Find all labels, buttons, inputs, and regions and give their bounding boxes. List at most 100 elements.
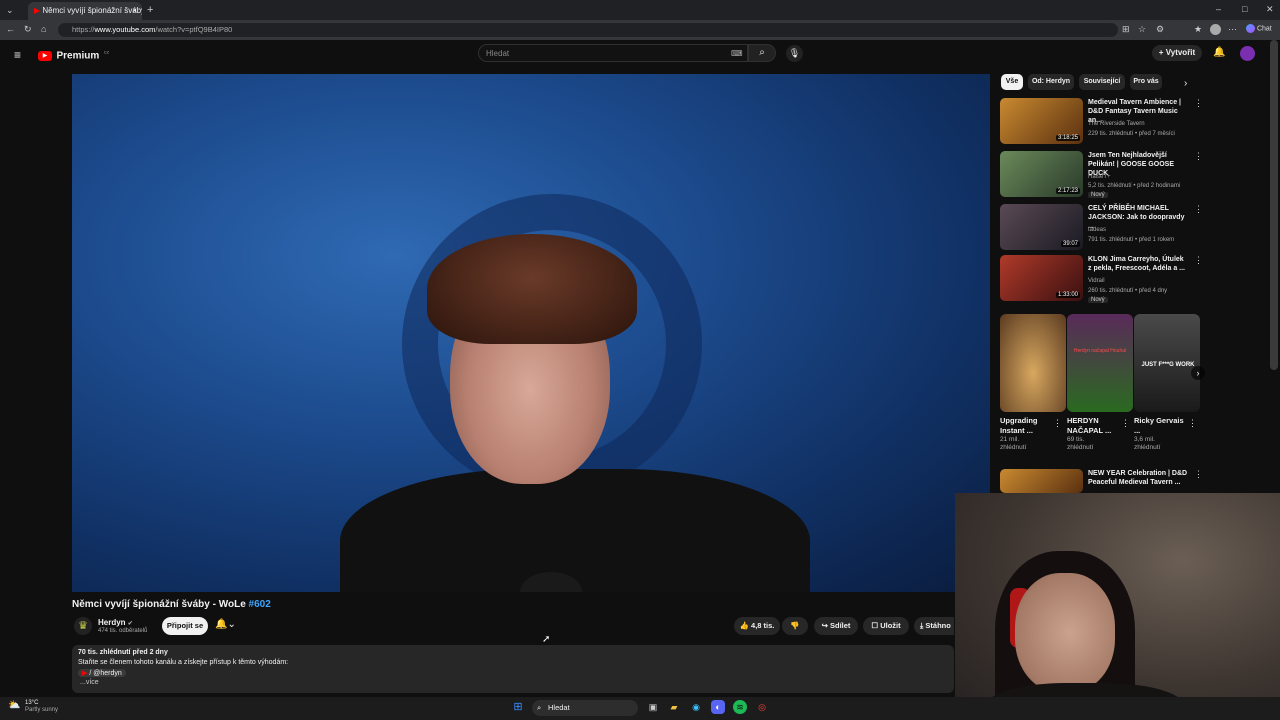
more-options-icon[interactable]: ⋮	[1194, 255, 1203, 266]
favorite-icon[interactable]: ☆	[1138, 25, 1146, 34]
discord-icon[interactable]: ◐	[711, 700, 725, 714]
youtube-play-icon: ▶	[38, 50, 52, 61]
subscription-bell-icon[interactable]: 🔔⌄	[215, 619, 236, 630]
video-title: Němci vyvíjí špionážní šváby - WoLe #602	[72, 599, 271, 610]
more-options-icon[interactable]: ⋮	[1194, 204, 1203, 215]
recommendation-item[interactable]: 39:07 CELÝ PŘÍBĚH MICHAEL JACKSON: Jak t…	[1000, 204, 1210, 254]
more-options-icon[interactable]: ⋮	[1194, 98, 1203, 109]
subscriber-count: 474 tis. odběratelů	[98, 628, 148, 634]
channel-avatar[interactable]: ♛	[74, 617, 92, 635]
url-field[interactable]: https://www.youtube.com/watch?v=ptfQ9B4I…	[58, 23, 1118, 37]
chat-button[interactable]: Chat	[1246, 24, 1272, 33]
extensions-icon[interactable]: ⚙	[1156, 25, 1164, 34]
recommendation-channel: HaiseT+	[1088, 174, 1111, 180]
short-info[interactable]: Upgrading Instant ... 21 mil. zhlédnutí	[1000, 416, 1056, 452]
chevron-right-icon[interactable]: ›	[1184, 78, 1187, 89]
collections-icon[interactable]: ★	[1194, 25, 1202, 34]
maximize-icon[interactable]: □	[1242, 5, 1247, 14]
download-button[interactable]: ⤓ Stáhno	[914, 617, 954, 635]
short-thumbnail[interactable]	[1000, 314, 1066, 412]
recommendation-item[interactable]: 1:33:00 KLON Jima Carreyho, Útulek z pek…	[1000, 255, 1210, 305]
search-button[interactable]: ⌕	[748, 44, 776, 62]
join-button[interactable]: Připojit se	[162, 617, 208, 635]
save-icon: ☐	[871, 621, 879, 630]
chip-from-channel[interactable]: Od: Herdyn	[1028, 74, 1074, 90]
logo-country: CZ	[103, 49, 110, 55]
short-overlay-text: Herdyn načapal Houhal	[1073, 348, 1127, 354]
spotify-icon[interactable]: ≋	[733, 700, 747, 714]
short-info[interactable]: Ricky Gervais ... 3,6 mil. zhlédnutí	[1134, 416, 1190, 452]
edge-browser-icon[interactable]: ◉	[689, 700, 703, 714]
page-scrollbar[interactable]	[1270, 40, 1278, 370]
back-icon[interactable]: ←	[6, 25, 15, 34]
task-view-icon[interactable]: ▣	[646, 700, 660, 714]
share-icon: ↪	[821, 621, 828, 630]
video-title-text: Němci vyvíjí špionážní šváby - WoLe	[72, 599, 246, 610]
close-window-icon[interactable]: ✕	[1266, 5, 1274, 14]
taskbar-search[interactable]: ⌕ Hledat	[532, 700, 638, 716]
shorts-next-arrow-icon[interactable]: ›	[1191, 366, 1205, 380]
start-icon[interactable]: ⊞	[511, 700, 525, 714]
minimize-icon[interactable]: –	[1216, 5, 1221, 14]
close-tab-icon[interactable]: ×	[132, 2, 137, 20]
weather-icon[interactable]: ⛅	[8, 700, 20, 711]
search-input[interactable]: Hledat	[478, 44, 748, 62]
like-button[interactable]: 👍 4,8 tis.	[734, 617, 780, 635]
weather-widget[interactable]: 13°C Partly sunny	[25, 700, 58, 714]
profile-avatar[interactable]	[1210, 24, 1221, 35]
more-options-icon[interactable]: ⋮	[1188, 418, 1197, 429]
menu-icon[interactable]: ≡	[14, 48, 21, 62]
reload-icon[interactable]: ↻	[24, 25, 32, 34]
microphone-icon: 🎙	[788, 48, 801, 58]
short-info[interactable]: HERDYN NAČAPAL ... 69 tis. zhlédnutí	[1067, 416, 1123, 452]
short-views-label: zhlédnutí	[1000, 444, 1027, 451]
short-thumbnail[interactable]: JUST F***G WORK	[1134, 314, 1200, 412]
voice-search-button[interactable]: 🎙	[786, 45, 803, 62]
recommendation-meta: 791 tis. zhlédnutí • před 1 rokem	[1088, 237, 1175, 243]
description-box[interactable]	[72, 645, 954, 693]
notifications-bell-icon[interactable]: 🔔	[1213, 47, 1225, 58]
share-button[interactable]: ↪ Sdílet	[814, 617, 858, 635]
browser-tab[interactable]: ▶ Němci vyvíjí špionážní šváby ×	[28, 2, 142, 20]
logo-text: Premium	[56, 50, 100, 62]
more-options-icon[interactable]: ⋮	[1053, 418, 1062, 429]
new-tab-icon[interactable]: +	[147, 5, 153, 16]
tab-list-icon[interactable]: ⌄	[6, 6, 14, 15]
show-more-link[interactable]: ...více	[80, 679, 99, 686]
recommendation-item[interactable]: 2:17:23 Jsem Ten Nejhladovější Pelikán! …	[1000, 151, 1210, 201]
more-icon[interactable]: ⋯	[1228, 25, 1237, 34]
recommendation-channel: The Riverside Tavern	[1088, 121, 1145, 127]
save-button[interactable]: ☐ Uložit	[863, 617, 909, 635]
video-hashtag[interactable]: #602	[249, 599, 271, 610]
more-options-icon[interactable]: ⋮	[1194, 469, 1203, 480]
account-avatar[interactable]	[1240, 46, 1255, 61]
recommendation-title: KLON Jima Carreyho, Útulek z pekla, Free…	[1088, 256, 1185, 272]
chip-all[interactable]: Vše	[1001, 74, 1023, 90]
short-thumbnail[interactable]: Herdyn načapal Houhal	[1067, 314, 1133, 412]
file-explorer-icon[interactable]: ▰	[667, 700, 681, 714]
create-button[interactable]: + Vytvořit	[1152, 45, 1202, 61]
like-count: 4,8 tis.	[751, 621, 775, 630]
chip-related[interactable]: Související	[1079, 74, 1125, 90]
weather-desc: Partly sunny	[25, 707, 59, 713]
description-line: Staňte se členem tohoto kanálu a získejt…	[78, 659, 289, 666]
channel-name[interactable]: Herdyn ✔	[98, 618, 133, 627]
chip-for-you[interactable]: Pro vás	[1130, 74, 1162, 90]
recommendation-thumbnail: 1:33:00	[1000, 255, 1083, 301]
channel-handle-link[interactable]: ▶ / @herdyn	[78, 669, 126, 677]
app-icon[interactable]: ◎	[755, 700, 769, 714]
keyboard-icon[interactable]: ⌨	[731, 49, 743, 58]
url-prefix: https://	[72, 25, 95, 34]
dislike-button[interactable]: 👎	[782, 617, 808, 635]
thumbs-up-icon: 👍	[739, 621, 749, 630]
apps-icon[interactable]: ⊞	[1122, 25, 1130, 34]
youtube-logo[interactable]: ▶ Premium CZ	[38, 47, 109, 65]
browser-tab-strip	[0, 0, 1280, 20]
more-options-icon[interactable]: ⋮	[1194, 151, 1203, 162]
recommendation-channel: tadeas	[1088, 227, 1107, 233]
home-icon[interactable]: ⌂	[41, 25, 46, 34]
new-badge: Nový	[1088, 192, 1108, 198]
video-player[interactable]	[72, 74, 990, 592]
more-options-icon[interactable]: ⋮	[1121, 418, 1130, 429]
recommendation-item[interactable]: 3:18:25 Medieval Tavern Ambience | D&D F…	[1000, 98, 1210, 148]
